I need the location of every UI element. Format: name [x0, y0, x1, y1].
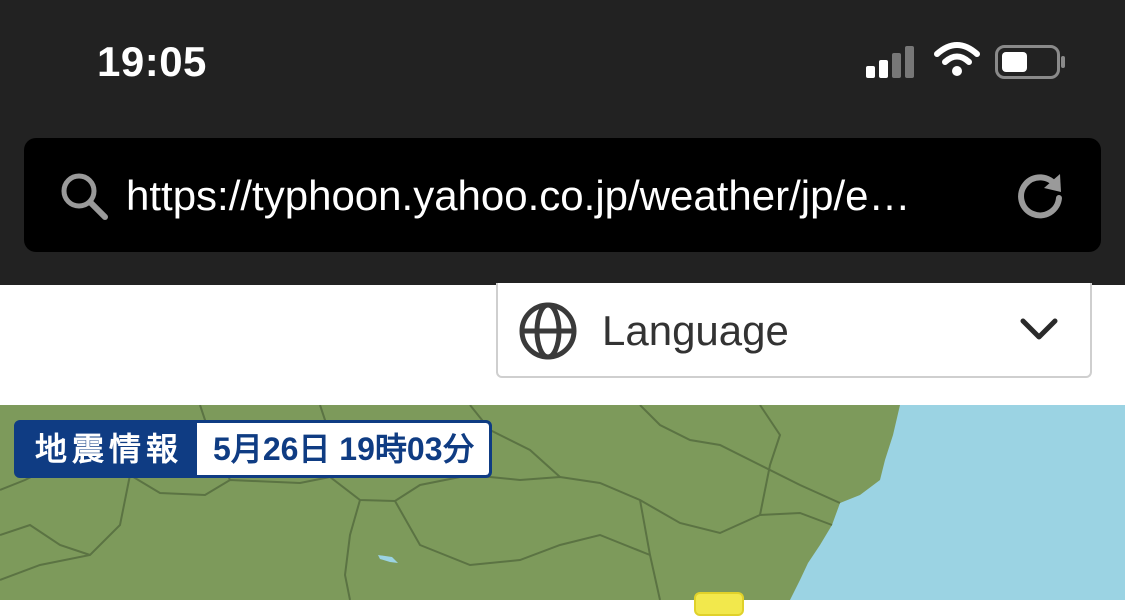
reload-icon[interactable]: [1014, 170, 1066, 222]
battery-icon: [995, 45, 1065, 79]
wifi-icon: [934, 42, 980, 76]
status-time: 19:05: [97, 38, 207, 85]
earthquake-info-badge: 地震情報 5月26日 19時03分: [14, 420, 492, 478]
intensity-marker[interactable]: [694, 592, 744, 616]
language-label: Language: [602, 307, 789, 354]
earthquake-time: 5月26日 19時03分: [197, 423, 489, 475]
search-icon: [61, 173, 108, 220]
cellular-signal-icon: [866, 46, 918, 78]
address-bar[interactable]: https://typhoon.yahoo.co.jp/weather/jp/e…: [24, 138, 1101, 252]
globe-icon: [519, 302, 577, 360]
chevron-down-icon: [1020, 318, 1058, 340]
earthquake-info-title: 地震情報: [35, 431, 184, 467]
browser-chrome: 19:05 https://typhoon.yahoo.co.jp/weathe…: [0, 0, 1125, 285]
url-text[interactable]: https://typhoon.yahoo.co.jp/weather/jp/e…: [126, 168, 996, 224]
language-select[interactable]: Language: [496, 283, 1092, 378]
